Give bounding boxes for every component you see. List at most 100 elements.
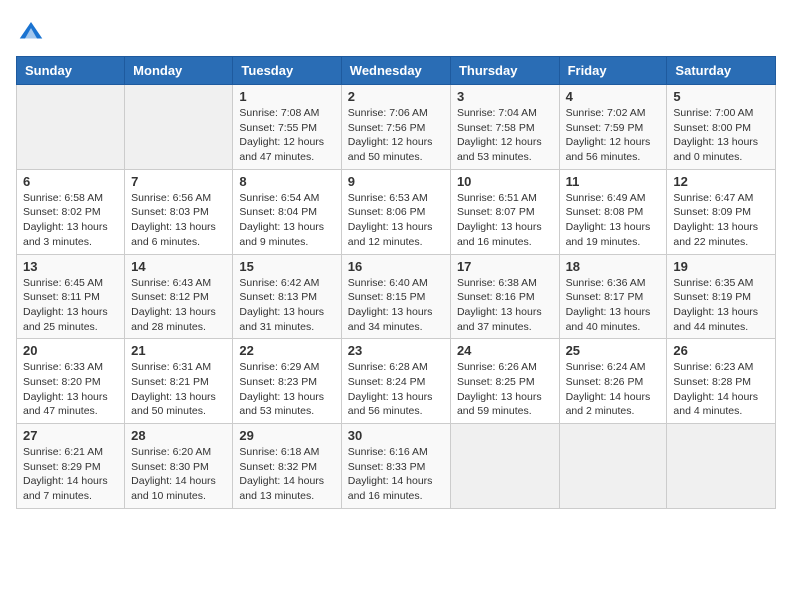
day-info: Sunrise: 6:36 AM Sunset: 8:17 PM Dayligh… (566, 276, 661, 335)
calendar-empty-cell (450, 424, 559, 509)
calendar-table: SundayMondayTuesdayWednesdayThursdayFrid… (16, 56, 776, 509)
day-number: 21 (131, 343, 226, 358)
calendar-day-18: 18 Sunrise: 6:36 AM Sunset: 8:17 PM Dayli… (559, 254, 667, 339)
day-info: Sunrise: 6:51 AM Sunset: 8:07 PM Dayligh… (457, 191, 553, 250)
calendar-week-row: 27 Sunrise: 6:21 AM Sunset: 8:29 PM Dayli… (17, 424, 776, 509)
calendar-day-7: 7 Sunrise: 6:56 AM Sunset: 8:03 PM Daylig… (125, 169, 233, 254)
calendar-day-26: 26 Sunrise: 6:23 AM Sunset: 8:28 PM Dayli… (667, 339, 776, 424)
day-info: Sunrise: 6:40 AM Sunset: 8:15 PM Dayligh… (348, 276, 444, 335)
day-info: Sunrise: 6:47 AM Sunset: 8:09 PM Dayligh… (673, 191, 769, 250)
day-number: 17 (457, 259, 553, 274)
calendar-day-15: 15Sunrise: 6:42 AM Sunset: 8:13 PM Dayli… (233, 254, 341, 339)
day-info: Sunrise: 7:02 AM Sunset: 7:59 PM Dayligh… (566, 106, 661, 165)
day-number: 4 (566, 89, 661, 104)
day-info: Sunrise: 7:08 AM Sunset: 7:55 PM Dayligh… (239, 106, 334, 165)
calendar-day-27: 27 Sunrise: 6:21 AM Sunset: 8:29 PM Dayli… (17, 424, 125, 509)
day-info: Sunrise: 6:16 AM Sunset: 8:33 PM Dayligh… (348, 445, 444, 504)
day-number: 25 (566, 343, 661, 358)
day-number: 19 (673, 259, 769, 274)
calendar-day-19: 19 Sunrise: 6:35 AM Sunset: 8:19 PM Dayli… (667, 254, 776, 339)
calendar-empty-cell (667, 424, 776, 509)
weekday-header-friday: Friday (559, 57, 667, 85)
weekday-header-monday: Monday (125, 57, 233, 85)
calendar-week-row: 20Sunrise: 6:33 AM Sunset: 8:20 PM Dayli… (17, 339, 776, 424)
day-info: Sunrise: 6:33 AM Sunset: 8:20 PM Dayligh… (23, 360, 118, 419)
calendar-empty-cell (125, 85, 233, 170)
day-number: 27 (23, 428, 118, 443)
calendar-day-10: 10Sunrise: 6:51 AM Sunset: 8:07 PM Dayli… (450, 169, 559, 254)
day-number: 5 (673, 89, 769, 104)
day-info: Sunrise: 6:20 AM Sunset: 8:30 PM Dayligh… (131, 445, 226, 504)
day-number: 23 (348, 343, 444, 358)
day-info: Sunrise: 6:38 AM Sunset: 8:16 PM Dayligh… (457, 276, 553, 335)
calendar-empty-cell (559, 424, 667, 509)
calendar-day-8: 8 Sunrise: 6:54 AM Sunset: 8:04 PM Daylig… (233, 169, 341, 254)
day-info: Sunrise: 6:24 AM Sunset: 8:26 PM Dayligh… (566, 360, 661, 419)
day-number: 1 (239, 89, 334, 104)
day-info: Sunrise: 6:26 AM Sunset: 8:25 PM Dayligh… (457, 360, 553, 419)
calendar-day-2: 2 Sunrise: 7:06 AM Sunset: 7:56 PM Daylig… (341, 85, 450, 170)
day-number: 7 (131, 174, 226, 189)
day-number: 11 (566, 174, 661, 189)
calendar-day-11: 11 Sunrise: 6:49 AM Sunset: 8:08 PM Dayli… (559, 169, 667, 254)
weekday-header-wednesday: Wednesday (341, 57, 450, 85)
day-info: Sunrise: 6:45 AM Sunset: 8:11 PM Dayligh… (23, 276, 118, 335)
calendar-day-28: 28 Sunrise: 6:20 AM Sunset: 8:30 PM Dayli… (125, 424, 233, 509)
logo (16, 16, 50, 46)
weekday-header-sunday: Sunday (17, 57, 125, 85)
calendar-empty-cell (17, 85, 125, 170)
weekday-header-tuesday: Tuesday (233, 57, 341, 85)
calendar-week-row: 6 Sunrise: 6:58 AM Sunset: 8:02 PM Daylig… (17, 169, 776, 254)
weekday-header-saturday: Saturday (667, 57, 776, 85)
day-number: 3 (457, 89, 553, 104)
day-info: Sunrise: 6:29 AM Sunset: 8:23 PM Dayligh… (239, 360, 334, 419)
day-number: 9 (348, 174, 444, 189)
day-info: Sunrise: 6:56 AM Sunset: 8:03 PM Dayligh… (131, 191, 226, 250)
day-number: 6 (23, 174, 118, 189)
weekday-header-thursday: Thursday (450, 57, 559, 85)
day-number: 8 (239, 174, 334, 189)
weekday-header-row: SundayMondayTuesdayWednesdayThursdayFrid… (17, 57, 776, 85)
day-info: Sunrise: 7:06 AM Sunset: 7:56 PM Dayligh… (348, 106, 444, 165)
day-info: Sunrise: 7:04 AM Sunset: 7:58 PM Dayligh… (457, 106, 553, 165)
day-number: 13 (23, 259, 118, 274)
day-number: 18 (566, 259, 661, 274)
day-number: 22 (239, 343, 334, 358)
day-info: Sunrise: 6:23 AM Sunset: 8:28 PM Dayligh… (673, 360, 769, 419)
day-number: 15 (239, 259, 334, 274)
day-info: Sunrise: 6:53 AM Sunset: 8:06 PM Dayligh… (348, 191, 444, 250)
day-info: Sunrise: 6:18 AM Sunset: 8:32 PM Dayligh… (239, 445, 334, 504)
day-number: 30 (348, 428, 444, 443)
day-info: Sunrise: 6:54 AM Sunset: 8:04 PM Dayligh… (239, 191, 334, 250)
calendar-day-5: 5 Sunrise: 7:00 AM Sunset: 8:00 PM Daylig… (667, 85, 776, 170)
day-info: Sunrise: 6:28 AM Sunset: 8:24 PM Dayligh… (348, 360, 444, 419)
day-info: Sunrise: 6:43 AM Sunset: 8:12 PM Dayligh… (131, 276, 226, 335)
calendar-day-1: 1 Sunrise: 7:08 AM Sunset: 7:55 PM Daylig… (233, 85, 341, 170)
calendar-day-6: 6 Sunrise: 6:58 AM Sunset: 8:02 PM Daylig… (17, 169, 125, 254)
calendar-day-14: 14Sunrise: 6:43 AM Sunset: 8:12 PM Dayli… (125, 254, 233, 339)
calendar-day-3: 3 Sunrise: 7:04 AM Sunset: 7:58 PM Daylig… (450, 85, 559, 170)
calendar-day-29: 29 Sunrise: 6:18 AM Sunset: 8:32 PM Dayli… (233, 424, 341, 509)
day-number: 26 (673, 343, 769, 358)
calendar-day-25: 25 Sunrise: 6:24 AM Sunset: 8:26 PM Dayli… (559, 339, 667, 424)
day-info: Sunrise: 6:58 AM Sunset: 8:02 PM Dayligh… (23, 191, 118, 250)
day-info: Sunrise: 7:00 AM Sunset: 8:00 PM Dayligh… (673, 106, 769, 165)
calendar-day-13: 13 Sunrise: 6:45 AM Sunset: 8:11 PM Dayli… (17, 254, 125, 339)
day-info: Sunrise: 6:49 AM Sunset: 8:08 PM Dayligh… (566, 191, 661, 250)
day-number: 24 (457, 343, 553, 358)
calendar-day-4: 4 Sunrise: 7:02 AM Sunset: 7:59 PM Daylig… (559, 85, 667, 170)
day-number: 28 (131, 428, 226, 443)
calendar-day-17: 17 Sunrise: 6:38 AM Sunset: 8:16 PM Dayli… (450, 254, 559, 339)
calendar-week-row: 13 Sunrise: 6:45 AM Sunset: 8:11 PM Dayli… (17, 254, 776, 339)
day-info: Sunrise: 6:31 AM Sunset: 8:21 PM Dayligh… (131, 360, 226, 419)
day-info: Sunrise: 6:35 AM Sunset: 8:19 PM Dayligh… (673, 276, 769, 335)
page-header (16, 16, 776, 46)
calendar-day-22: 22 Sunrise: 6:29 AM Sunset: 8:23 PM Dayli… (233, 339, 341, 424)
calendar-day-24: 24 Sunrise: 6:26 AM Sunset: 8:25 PM Dayli… (450, 339, 559, 424)
day-number: 29 (239, 428, 334, 443)
day-info: Sunrise: 6:21 AM Sunset: 8:29 PM Dayligh… (23, 445, 118, 504)
calendar-day-16: 16Sunrise: 6:40 AM Sunset: 8:15 PM Dayli… (341, 254, 450, 339)
calendar-day-23: 23 Sunrise: 6:28 AM Sunset: 8:24 PM Dayli… (341, 339, 450, 424)
day-number: 12 (673, 174, 769, 189)
day-number: 2 (348, 89, 444, 104)
